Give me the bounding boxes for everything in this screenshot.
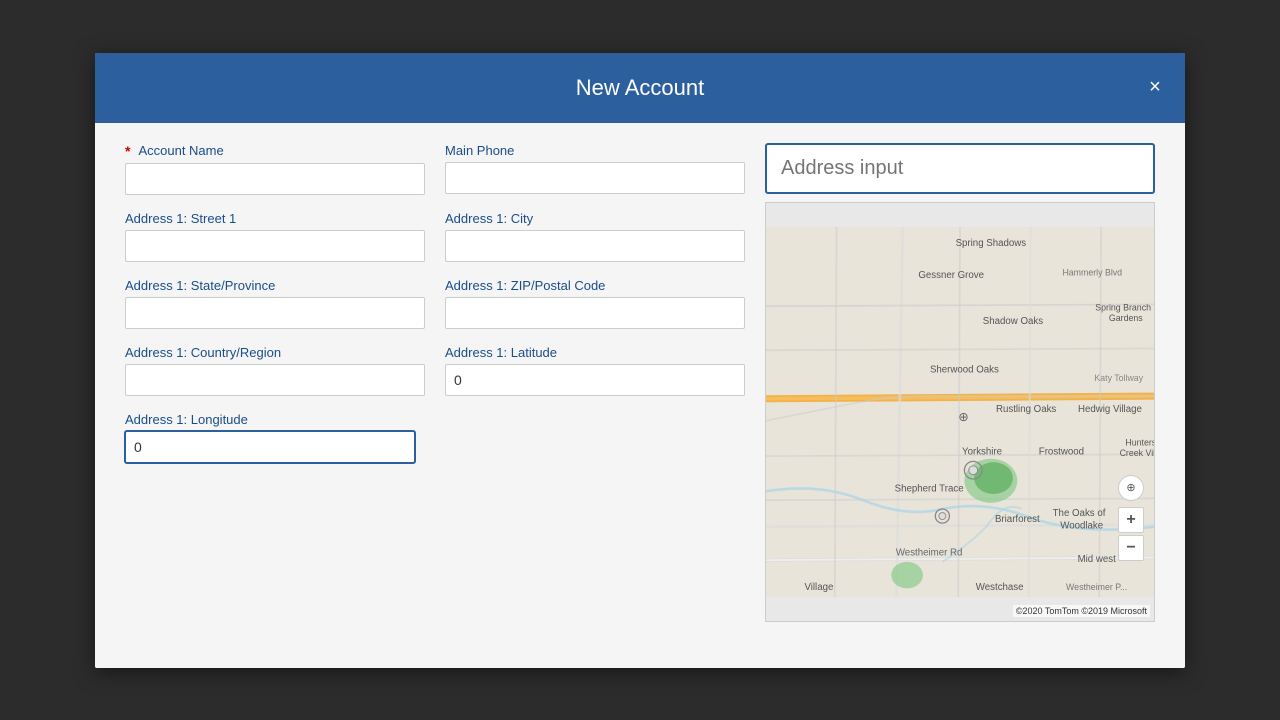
- latitude-label: Address 1: Latitude: [445, 345, 745, 360]
- svg-text:Katy Tollway: Katy Tollway: [1094, 373, 1143, 383]
- zip-group: Address 1: ZIP/Postal Code: [445, 278, 745, 329]
- zip-input[interactable]: [445, 297, 745, 329]
- svg-text:Spring Branch: Spring Branch: [1095, 302, 1151, 312]
- svg-text:Creek Villa: Creek Villa: [1120, 448, 1154, 458]
- form-row-1: * Account Name Main Phone: [125, 143, 745, 195]
- modal-header: New Account ×: [95, 53, 1185, 123]
- close-button[interactable]: ×: [1141, 74, 1169, 102]
- svg-text:Frostwood: Frostwood: [1039, 446, 1084, 457]
- svg-text:Yorkshire: Yorkshire: [962, 446, 1002, 457]
- svg-text:Sherwood Oaks: Sherwood Oaks: [930, 364, 999, 375]
- latitude-group: Address 1: Latitude: [445, 345, 745, 396]
- latitude-input[interactable]: [445, 364, 745, 396]
- svg-text:Spring Shadows: Spring Shadows: [956, 238, 1027, 249]
- svg-text:Westchase: Westchase: [976, 582, 1024, 593]
- modal-body: * Account Name Main Phone Address 1: Str…: [95, 123, 1185, 652]
- state-input[interactable]: [125, 297, 425, 329]
- svg-text:Westheimer Rd: Westheimer Rd: [896, 547, 963, 558]
- account-name-label: Account Name: [138, 143, 223, 158]
- form-row-5: Address 1: Longitude: [125, 412, 745, 463]
- main-phone-group: Main Phone: [445, 143, 745, 195]
- state-label: Address 1: State/Province: [125, 278, 425, 293]
- zoom-out-button[interactable]: −: [1118, 535, 1144, 561]
- svg-text:Hunters: Hunters: [1125, 437, 1154, 447]
- city-label: Address 1: City: [445, 211, 745, 226]
- country-label: Address 1: Country/Region: [125, 345, 425, 360]
- street1-input[interactable]: [125, 230, 425, 262]
- modal-footer: [95, 652, 1185, 668]
- zip-label: Address 1: ZIP/Postal Code: [445, 278, 745, 293]
- main-phone-input[interactable]: [445, 162, 745, 194]
- address-input[interactable]: [765, 143, 1155, 194]
- form-row-4: Address 1: Country/Region Address 1: Lat…: [125, 345, 745, 396]
- form-row-3: Address 1: State/Province Address 1: ZIP…: [125, 278, 745, 329]
- country-input[interactable]: [125, 364, 425, 396]
- svg-text:Briarforest: Briarforest: [995, 514, 1040, 525]
- account-name-group: * Account Name: [125, 143, 425, 195]
- map-container[interactable]: Spring Shadows Gessner Grove Hammerly Bl…: [765, 202, 1155, 622]
- required-star: *: [125, 143, 130, 159]
- account-name-label-row: * Account Name: [125, 143, 425, 159]
- svg-text:⊕: ⊕: [958, 409, 968, 423]
- svg-text:Hedwig Village: Hedwig Village: [1078, 404, 1142, 415]
- new-account-modal: New Account × * Account Name Main Phone: [95, 53, 1185, 668]
- svg-text:Mid west: Mid west: [1078, 553, 1117, 564]
- map-controls: + −: [1118, 507, 1144, 561]
- city-group: Address 1: City: [445, 211, 745, 262]
- svg-text:Gessner Grove: Gessner Grove: [918, 269, 984, 280]
- svg-text:Hammerly Blvd: Hammerly Blvd: [1062, 267, 1122, 277]
- svg-text:Gardens: Gardens: [1109, 313, 1143, 323]
- svg-text:Westheimer P...: Westheimer P...: [1066, 582, 1127, 592]
- city-input[interactable]: [445, 230, 745, 262]
- account-name-input[interactable]: [125, 163, 425, 195]
- zoom-in-button[interactable]: +: [1118, 507, 1144, 533]
- form-row-2: Address 1: Street 1 Address 1: City: [125, 211, 745, 262]
- street1-label: Address 1: Street 1: [125, 211, 425, 226]
- map-attribution: ©2020 TomTom ©2019 Microsoft: [1013, 605, 1150, 617]
- main-phone-label: Main Phone: [445, 143, 745, 158]
- street1-group: Address 1: Street 1: [125, 211, 425, 262]
- svg-text:The Oaks of: The Oaks of: [1053, 508, 1106, 519]
- svg-text:Shadow Oaks: Shadow Oaks: [983, 315, 1043, 326]
- map-compass[interactable]: ⊕: [1118, 475, 1144, 501]
- svg-text:Woodlake: Woodlake: [1060, 520, 1103, 531]
- longitude-group: Address 1: Longitude: [125, 412, 415, 463]
- form-section: * Account Name Main Phone Address 1: Str…: [125, 143, 745, 622]
- modal-title: New Account: [576, 75, 704, 101]
- state-group: Address 1: State/Province: [125, 278, 425, 329]
- longitude-input[interactable]: [125, 431, 415, 463]
- svg-text:Village: Village: [804, 582, 833, 593]
- svg-text:Rustling Oaks: Rustling Oaks: [996, 404, 1056, 415]
- map-section: Spring Shadows Gessner Grove Hammerly Bl…: [765, 143, 1155, 622]
- longitude-label: Address 1: Longitude: [125, 412, 415, 427]
- map-svg: Spring Shadows Gessner Grove Hammerly Bl…: [766, 203, 1154, 621]
- country-group: Address 1: Country/Region: [125, 345, 425, 396]
- svg-text:Shepherd Trace: Shepherd Trace: [895, 483, 964, 494]
